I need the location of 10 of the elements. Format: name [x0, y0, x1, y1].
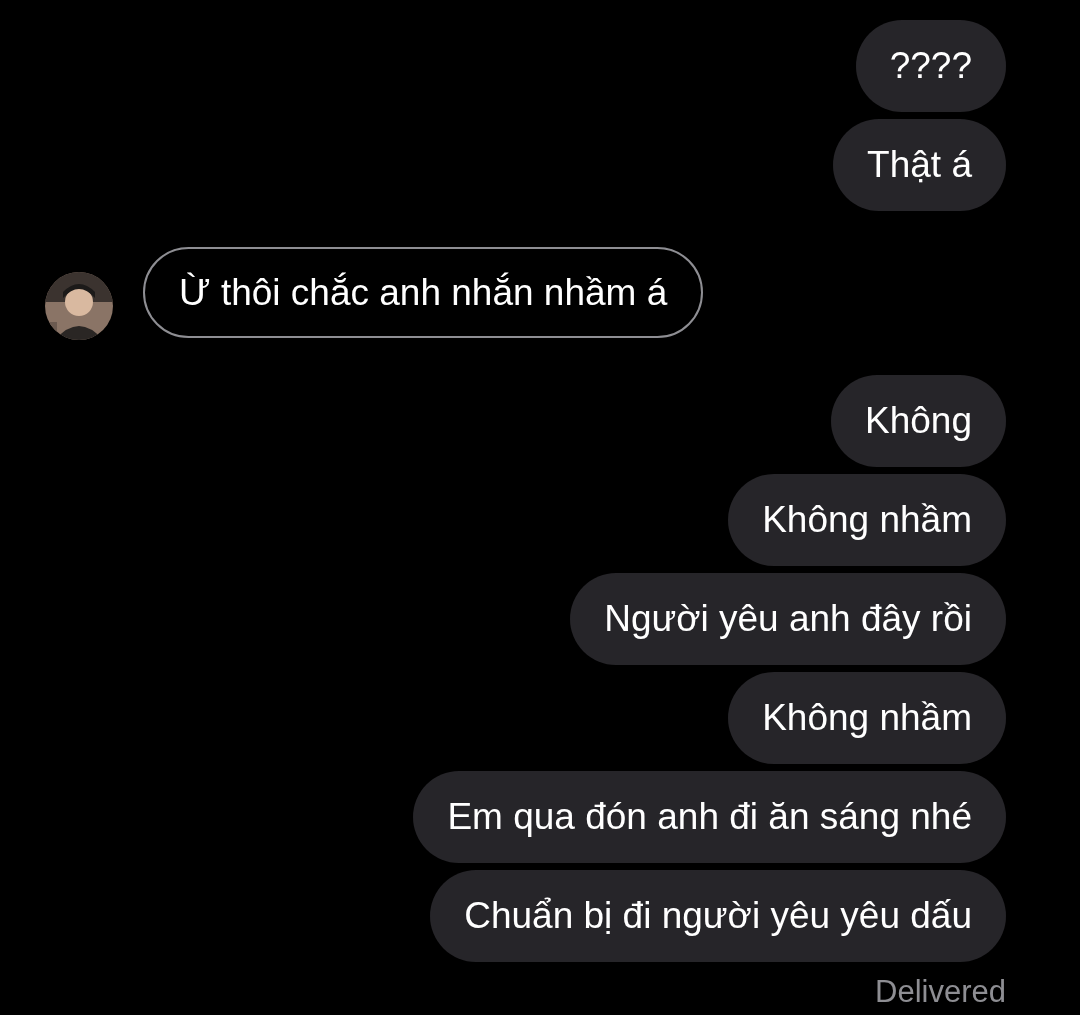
message-bubble: Không [831, 375, 1006, 467]
delivery-status: Delivered [875, 974, 1006, 1009]
message-bubble: Người yêu anh đây rồi [570, 573, 1006, 665]
message-bubble: ???? [855, 20, 1006, 112]
message-bubble: Chuẩn bị đi người yêu yêu dấu [430, 870, 1006, 962]
message-bubble: Thật á [833, 119, 1006, 211]
message-bubble: Em qua đón anh đi ăn sáng nhé [413, 771, 1006, 863]
message-bubble: Ừ thôi chắc anh nhắn nhầm á [143, 247, 704, 338]
message-bubble: Không nhầm [728, 474, 1006, 566]
message-bubble: Không nhầm [728, 672, 1006, 764]
